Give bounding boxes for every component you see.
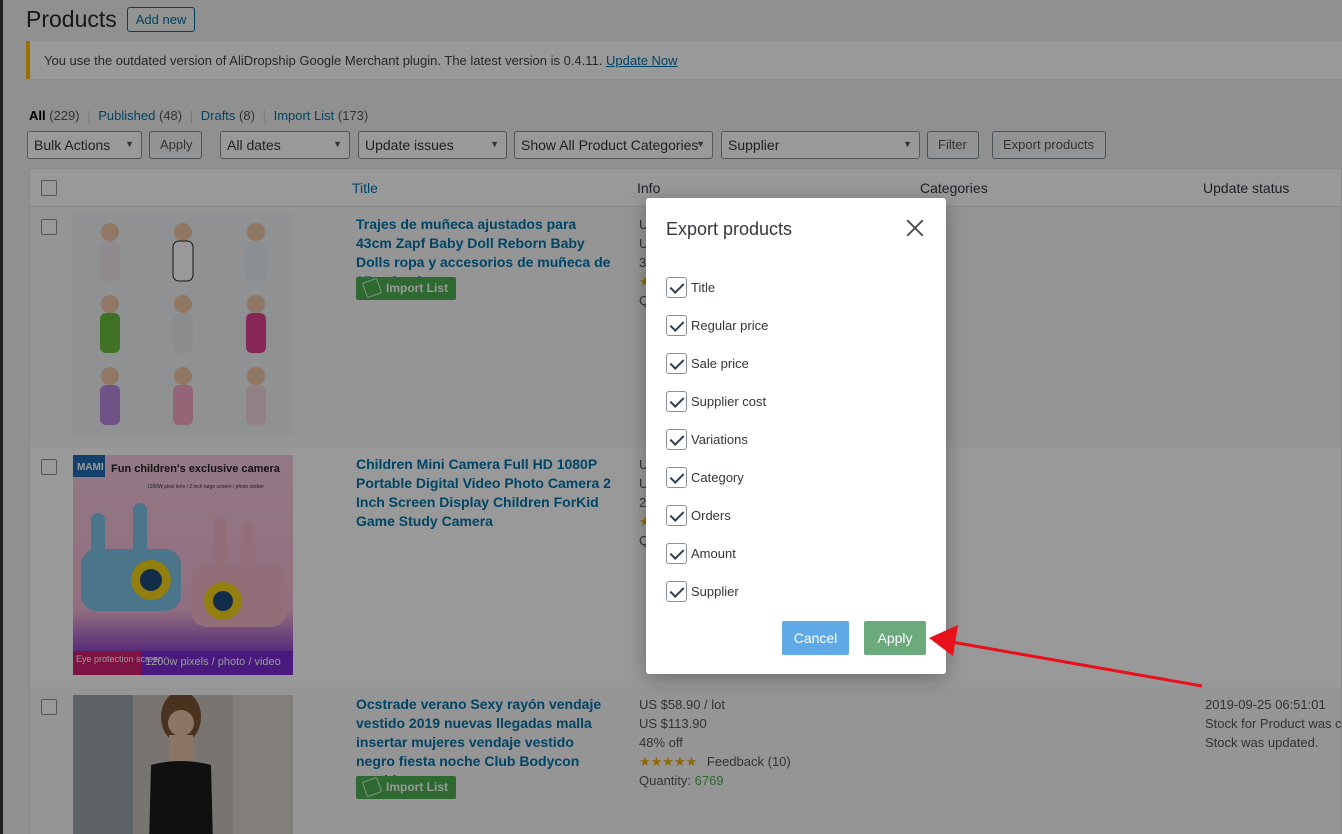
option-label: Supplier	[691, 584, 739, 599]
modal-title: Export products	[666, 219, 793, 239]
checkbox-checked[interactable]	[666, 429, 687, 450]
option-supplier-cost[interactable]: Supplier cost	[666, 391, 766, 412]
option-label: Orders	[691, 508, 731, 523]
apply-button[interactable]: Apply	[864, 621, 926, 655]
option-regular-price[interactable]: Regular price	[666, 315, 768, 336]
option-label: Supplier cost	[691, 394, 767, 409]
option-supplier[interactable]: Supplier	[666, 581, 739, 602]
option-category[interactable]: Category	[666, 467, 744, 488]
checkbox-checked[interactable]	[666, 391, 687, 412]
checkbox-checked[interactable]	[666, 353, 687, 374]
checkbox-checked[interactable]	[666, 581, 687, 602]
close-icon[interactable]	[904, 217, 926, 239]
checkbox-checked[interactable]	[666, 543, 687, 564]
option-label: Amount	[691, 546, 736, 561]
export-products-modal: Export products Title Regular price Sale…	[646, 198, 946, 674]
checkbox-checked[interactable]	[666, 315, 687, 336]
checkbox-checked[interactable]	[666, 277, 687, 298]
option-label: Category	[691, 470, 744, 485]
option-variations[interactable]: Variations	[666, 429, 748, 450]
option-orders[interactable]: Orders	[666, 505, 731, 526]
option-label: Variations	[691, 432, 748, 447]
option-label: Sale price	[691, 356, 749, 371]
checkbox-checked[interactable]	[666, 467, 687, 488]
option-title[interactable]: Title	[666, 277, 715, 298]
option-label: Title	[691, 280, 716, 295]
checkbox-checked[interactable]	[666, 505, 687, 526]
option-sale-price[interactable]: Sale price	[666, 353, 749, 374]
option-amount[interactable]: Amount	[666, 543, 736, 564]
option-label: Regular price	[691, 318, 769, 333]
cancel-button[interactable]: Cancel	[782, 621, 849, 655]
